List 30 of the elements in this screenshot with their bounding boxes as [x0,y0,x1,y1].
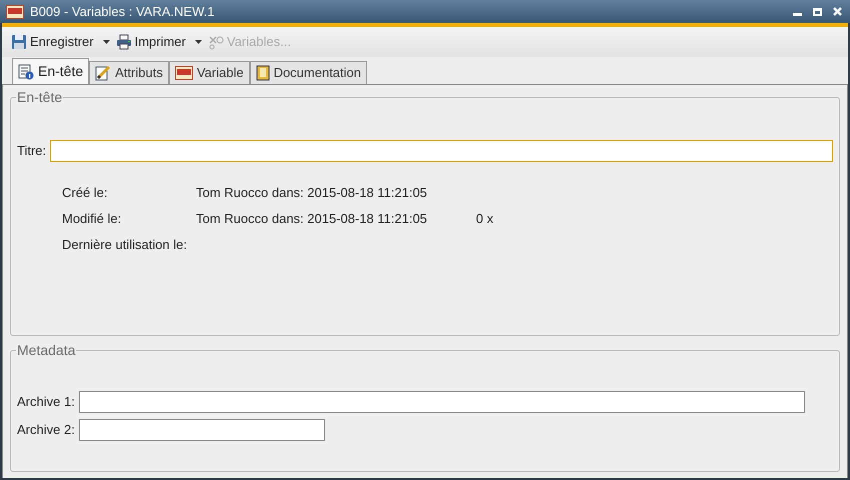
tab[interactable]: En-tête [12,58,90,84]
variables-icon [208,34,224,50]
var-tag-icon [174,66,193,80]
close-button[interactable] [830,4,844,18]
pencil-document-icon [95,65,112,81]
close-icon [832,7,842,16]
tab[interactable]: Variable [168,61,250,84]
info-value: Tom Ruocco dans: 2015-08-18 11:21:05 [196,184,428,202]
info-label: Dernière utilisation le: [62,236,188,254]
title-field[interactable] [50,140,833,162]
usage-count: 0 x [476,210,494,228]
archive-field[interactable] [78,419,325,441]
tab[interactable]: Attributs [89,61,169,84]
field-label: Archive 1: [17,393,75,412]
field-label: Titre: [17,142,46,160]
printer-icon [116,34,132,50]
info-label: Modifié le: [62,210,122,228]
tab[interactable]: Documentation [250,61,368,84]
document-info-icon [18,64,34,80]
window-title: B009 - Variables : VARA.NEW.1 [30,2,216,21]
section-legend: Metadata [16,340,76,361]
var-tag-icon [6,4,24,18]
archive-field[interactable] [78,391,805,413]
toolbar-button[interactable]: Enregistrer [11,32,110,52]
info-label: Créé le: [62,184,109,202]
toolbar-button[interactable]: Imprimer [116,32,202,52]
section-legend: En-tête [16,87,64,108]
info-value: Tom Ruocco dans: 2015-08-18 11:21:05 [196,210,428,228]
field-label: Archive 2: [17,421,75,440]
book-icon [256,65,270,81]
